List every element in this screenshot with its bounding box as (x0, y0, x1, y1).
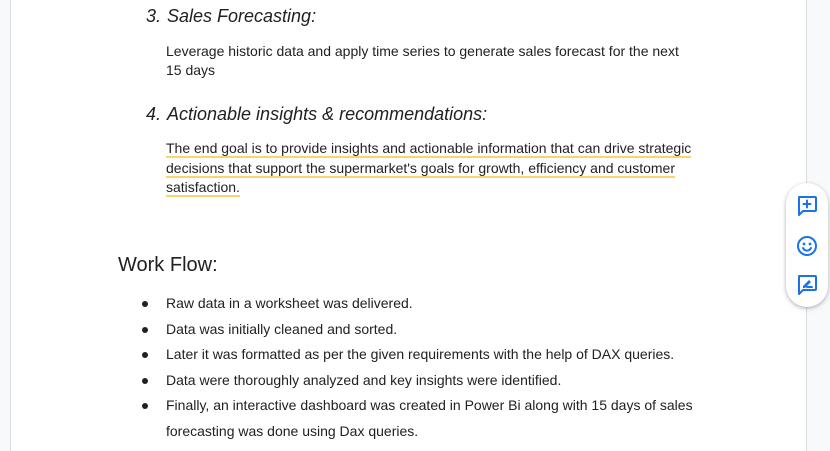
list-item-text: Raw data in a worksheet was delivered. (166, 295, 413, 311)
list-item-text: forecasting was done using Dax queries. (166, 422, 419, 439)
paragraph-line: Leverage historic data and apply time se… (166, 43, 679, 59)
bullet-icon (142, 301, 148, 307)
list-item-text: Data were thoroughly analyzed and key in… (166, 371, 562, 388)
heading-text: Actionable insights & recommendations: (167, 104, 488, 124)
list-number: 4. (145, 104, 161, 124)
list-item: Raw data in a worksheet was delivered. (136, 291, 756, 317)
commented-text-line[interactable]: decisions that support the supermarket's… (166, 159, 676, 178)
list-item-text: Later it was formatted as per the given … (166, 346, 675, 362)
bullet-icon (142, 326, 148, 333)
commented-text-line[interactable]: satisfaction. (166, 179, 240, 197)
heading-text: Sales Forecasting: (167, 6, 317, 26)
heading-actionable-insights: 4. Actionable insights & recommendations… (146, 104, 488, 125)
bullet-icon (142, 352, 148, 358)
suggest-edit-icon[interactable] (795, 273, 819, 297)
list-number: 3. (145, 6, 161, 26)
list-item: Later it was formatted as per the given … (136, 342, 756, 368)
paragraph-line: 15 days (166, 62, 216, 78)
document-page[interactable]: 3. Sales Forecasting: Leverage historic … (10, 0, 807, 451)
list-item: Data were thoroughly analyzed and key in… (136, 368, 756, 394)
emoji-reaction-icon[interactable] (795, 234, 819, 258)
paragraph-actionable-insights[interactable]: The end goal is to provide insights and … (166, 139, 726, 198)
bullet-icon (142, 377, 148, 384)
paragraph-sales-forecasting: Leverage historic data and apply time se… (166, 42, 726, 80)
add-comment-icon[interactable] (795, 194, 819, 218)
workflow-bullet-list: Raw data in a worksheet was delivered. D… (136, 291, 756, 444)
side-action-toolbar (786, 183, 828, 307)
bullet-icon (142, 403, 148, 409)
workflow-heading: Work Flow: (118, 254, 218, 276)
heading-sales-forecasting: 3. Sales Forecasting: (146, 6, 317, 27)
document-canvas: 3. Sales Forecasting: Leverage historic … (0, 0, 830, 451)
list-item: Data was initially cleaned and sorted. (136, 317, 756, 343)
list-item-text: Finally, an interactive dashboard was cr… (166, 397, 693, 413)
list-item: Finally, an interactive dashboard was cr… (136, 393, 756, 444)
list-item-text: Data was initially cleaned and sorted. (166, 320, 398, 337)
commented-text-line[interactable]: The end goal is to provide insights and … (166, 140, 692, 158)
